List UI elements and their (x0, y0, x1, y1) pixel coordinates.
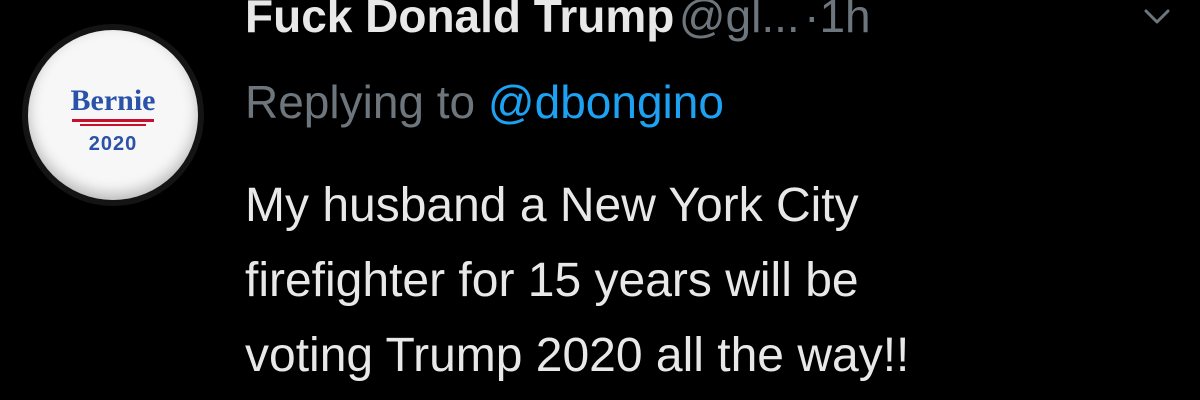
tweet-text-line: voting Trump 2020 all the way!! (245, 329, 910, 382)
avatar[interactable]: Bernie 2020 (28, 30, 198, 200)
tweet-header: Fuck Donald Trump @gl... ·1h (245, 0, 871, 46)
tweet-text: My husband a New York City firefighter f… (245, 168, 1185, 393)
tweet[interactable]: Bernie 2020 Fuck Donald Trump @gl... ·1h… (0, 0, 1200, 400)
tweet-text-line: My husband a New York City (245, 179, 859, 232)
avatar-year: 2020 (88, 133, 138, 155)
chevron-down-icon[interactable] (1140, 0, 1174, 34)
reply-label: Replying to (245, 76, 476, 128)
timestamp[interactable]: 1h (819, 0, 870, 42)
handle[interactable]: @gl... (679, 0, 800, 42)
avatar-stripe (72, 119, 154, 122)
tweet-text-line: firefighter for 15 years will be (245, 254, 859, 307)
reply-handle-link[interactable]: @dbongino (488, 76, 724, 128)
separator-dot: · (804, 0, 820, 42)
display-name[interactable]: Fuck Donald Trump (245, 0, 674, 42)
reply-context: Replying to @dbongino (245, 72, 724, 132)
avatar-name: Bernie (70, 84, 156, 117)
avatar-stripe (80, 124, 146, 126)
